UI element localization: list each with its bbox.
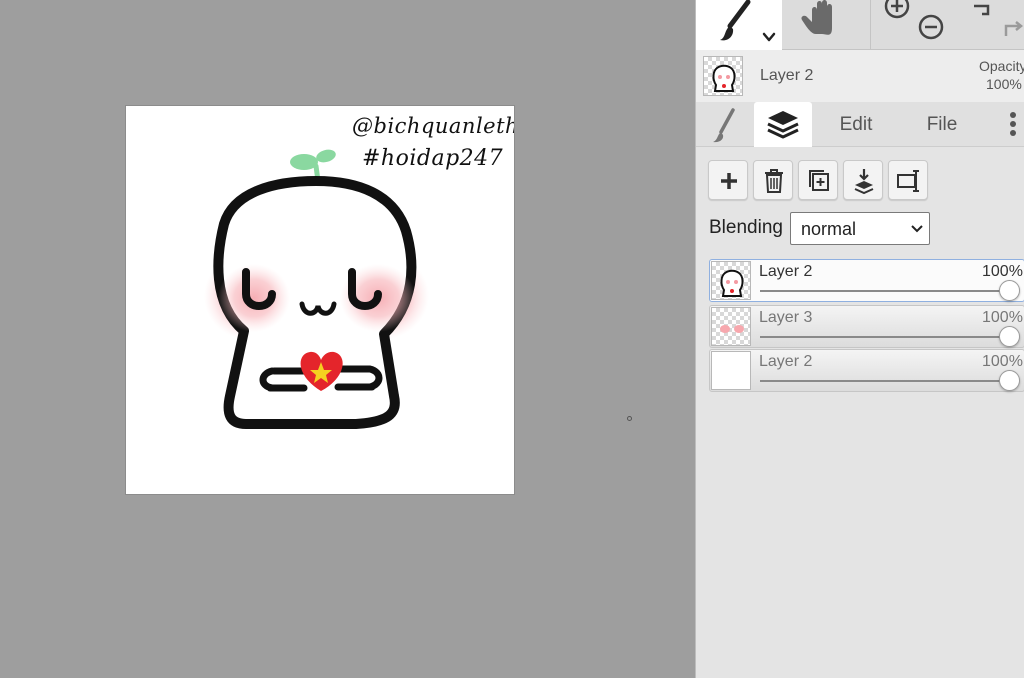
add-layer-button[interactable] — [708, 160, 748, 200]
redo-icon[interactable] — [1004, 21, 1024, 36]
merge-down-button[interactable] — [843, 160, 883, 200]
current-layer-thumbnail — [703, 56, 743, 96]
hand-icon — [801, 0, 832, 35]
zoom-controls — [870, 0, 964, 50]
opacity-label: Opacity — [979, 58, 1024, 74]
layer-name: Layer 2 — [759, 263, 813, 280]
layer-row[interactable]: Layer 2 100% — [709, 349, 1024, 392]
layer-thumbnail — [711, 351, 751, 390]
tab-brush[interactable] — [696, 102, 754, 147]
undo-redo-controls — [964, 0, 1024, 50]
merge-down-icon — [854, 169, 874, 195]
delete-layer-button[interactable] — [753, 160, 793, 200]
slider-knob[interactable] — [999, 326, 1020, 347]
zoom-out-icon[interactable] — [918, 14, 944, 40]
chevron-down-icon — [762, 32, 776, 42]
chevron-down-icon — [911, 225, 923, 233]
opacity-value: 100% — [986, 76, 1022, 92]
signature-username: @bichquanlethi — [352, 114, 514, 138]
layer-row[interactable]: Layer 3 100% — [709, 305, 1024, 348]
blending-mode-value: normal — [801, 219, 857, 239]
slider-knob[interactable] — [999, 280, 1020, 301]
layer-opacity-slider[interactable] — [760, 290, 1016, 292]
add-layer-icon — [721, 173, 737, 189]
delete-layer-icon — [765, 169, 783, 193]
brush-tool-button[interactable] — [696, 0, 782, 50]
current-layer-header: Layer 2 Opacity 100% — [696, 50, 1024, 102]
layer-opacity: 100% — [982, 353, 1023, 370]
hand-tool-button[interactable] — [782, 0, 870, 50]
layer-thumbnail — [711, 307, 751, 346]
more-options-button[interactable] — [1002, 102, 1024, 147]
brush-icon — [720, 0, 776, 42]
tab-edit[interactable]: Edit — [824, 102, 888, 147]
transform-layer-button[interactable] — [888, 160, 928, 200]
drawing-canvas[interactable]: @bichquanlethi #hoidap247 — [126, 106, 514, 494]
layer-row[interactable]: Layer 2 100% — [709, 259, 1024, 302]
more-vertical-icon — [1010, 112, 1016, 136]
brush-icon — [713, 108, 735, 143]
layers-icon — [767, 111, 799, 139]
layer-name: Layer 2 — [759, 353, 813, 370]
layer-opacity-slider[interactable] — [760, 336, 1016, 338]
tab-file[interactable]: File — [906, 102, 978, 147]
layer-opacity: 100% — [982, 309, 1023, 326]
main-toolbar — [696, 0, 1024, 50]
blending-mode-select[interactable]: normal — [790, 212, 930, 245]
zoom-in-icon[interactable] — [884, 0, 910, 19]
panel-tabs: Edit File — [696, 102, 1024, 147]
brush-cursor — [627, 416, 632, 421]
layer-opacity-slider[interactable] — [760, 380, 1016, 382]
drawing-workspace[interactable]: @bichquanlethi #hoidap247 — [0, 0, 695, 678]
layer-opacity: 100% — [982, 263, 1023, 280]
side-panel: Layer 2 Opacity 100% Edit File Blending … — [695, 0, 1024, 678]
tab-layers[interactable] — [754, 102, 812, 147]
transform-layer-icon — [897, 170, 919, 192]
duplicate-layer-icon — [809, 170, 829, 191]
layer-name: Layer 3 — [759, 309, 813, 326]
slider-knob[interactable] — [999, 370, 1020, 391]
current-layer-name: Layer 2 — [760, 67, 814, 84]
layer-actions-toolbar — [708, 160, 1024, 200]
blending-label: Blending — [709, 217, 783, 238]
sprout-icon — [290, 149, 336, 184]
duplicate-layer-button[interactable] — [798, 160, 838, 200]
signature-hashtag: #hoidap247 — [362, 146, 504, 171]
undo-icon[interactable] — [974, 4, 990, 16]
layer-thumbnail — [711, 261, 751, 300]
